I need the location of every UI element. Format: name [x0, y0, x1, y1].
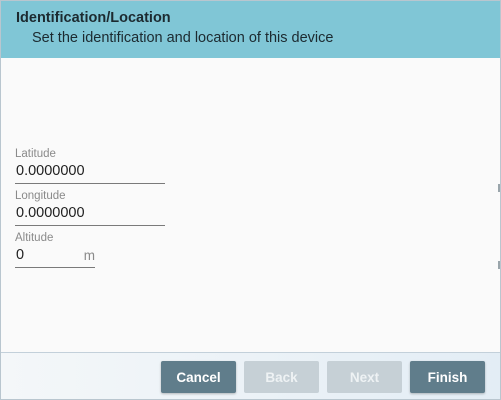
altitude-input[interactable]	[15, 245, 71, 267]
dialog-subtitle: Set the identification and location of t…	[32, 30, 334, 46]
wizard-dialog: Identification/Location Set the identifi…	[0, 0, 501, 400]
resize-edge-mark	[498, 261, 500, 269]
finish-button[interactable]: Finish	[410, 361, 485, 393]
longitude-label: Longitude	[15, 190, 66, 202]
longitude-field: Longitude	[15, 189, 165, 226]
altitude-label: Altitude	[15, 232, 54, 244]
cancel-button[interactable]: Cancel	[161, 361, 236, 393]
latitude-input[interactable]	[15, 161, 165, 184]
dialog-title: Identification/Location	[16, 10, 171, 26]
resize-edge-mark	[498, 184, 500, 192]
altitude-input-wrapper: m	[15, 245, 95, 268]
latitude-field: Latitude	[15, 147, 165, 184]
next-button[interactable]: Next	[327, 361, 402, 393]
altitude-unit: m	[83, 248, 95, 263]
dialog-footer: Cancel Back Next Finish	[1, 352, 500, 399]
dialog-header: Identification/Location Set the identifi…	[1, 1, 500, 58]
latitude-label: Latitude	[15, 148, 56, 160]
back-button[interactable]: Back	[244, 361, 319, 393]
altitude-field: Altitude m	[15, 231, 95, 268]
longitude-input[interactable]	[15, 203, 165, 226]
